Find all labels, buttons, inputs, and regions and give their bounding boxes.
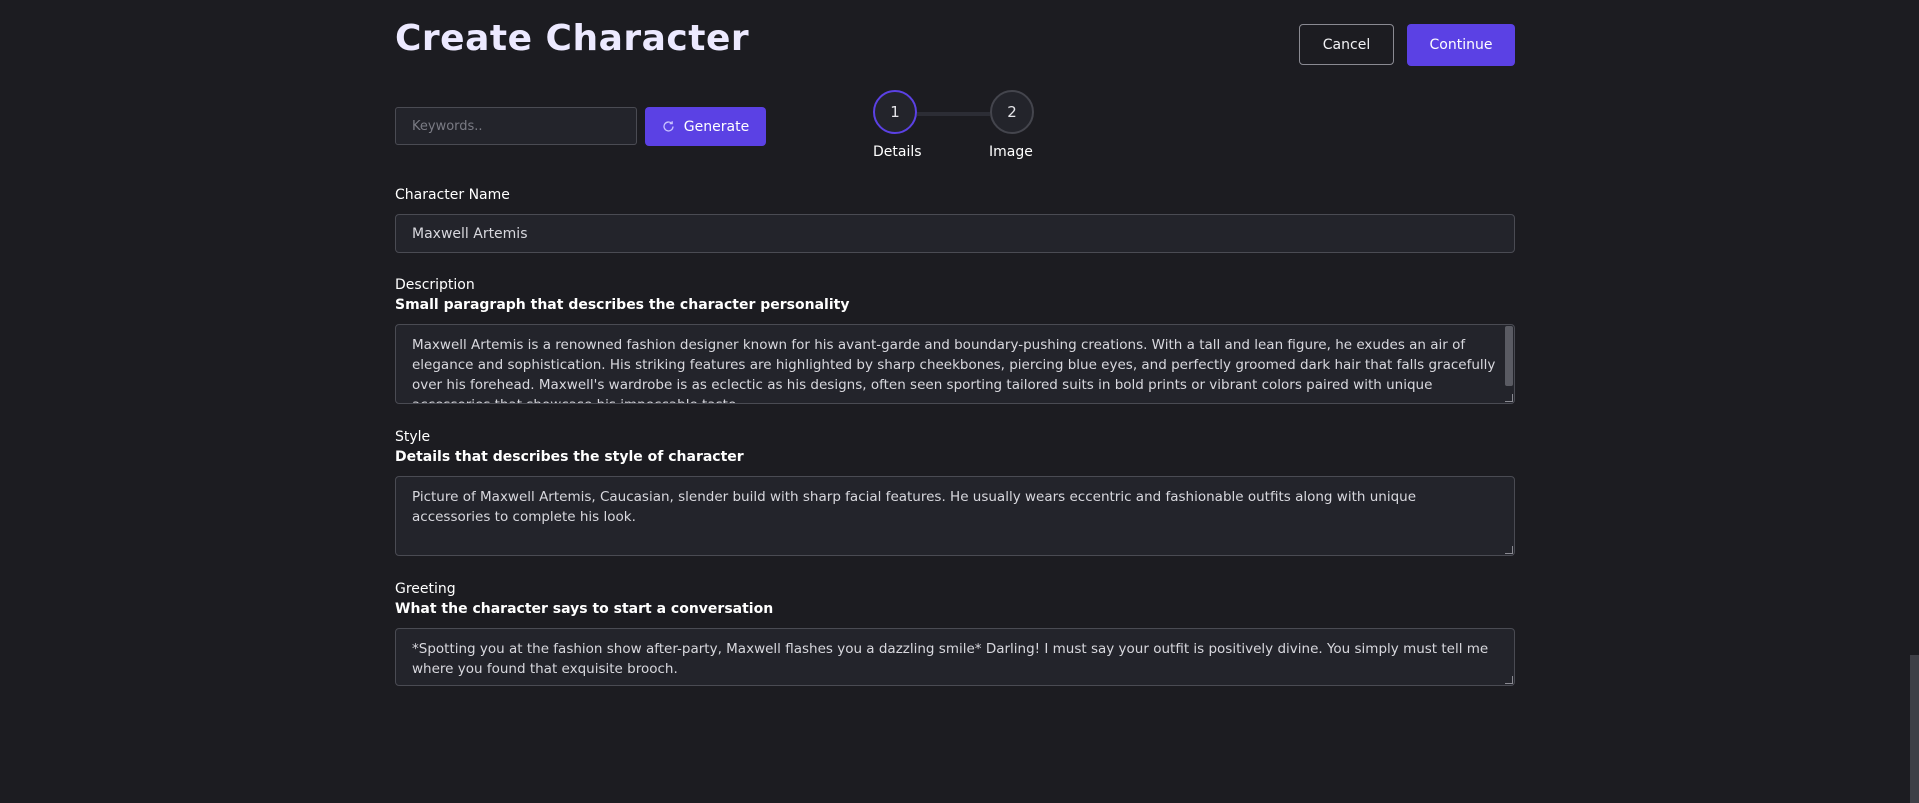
cancel-button[interactable]: Cancel <box>1299 24 1394 65</box>
generate-button[interactable]: Generate <box>645 107 766 146</box>
greeting-sublabel: What the character says to start a conve… <box>395 601 774 617</box>
generate-label: Generate <box>683 118 750 135</box>
character-name-field[interactable]: Maxwell Artemis <box>395 214 1515 253</box>
description-textarea[interactable]: Maxwell Artemis is a renowned fashion de… <box>395 324 1515 404</box>
style-label: Style <box>395 429 431 445</box>
style-sublabel: Details that describes the style of char… <box>395 449 744 465</box>
page-scrollbar[interactable] <box>1910 655 1919 803</box>
create-character-page: Create Character Cancel Continue Generat… <box>0 0 1919 803</box>
style-resize-handle[interactable] <box>1505 546 1513 554</box>
greeting-resize-handle[interactable] <box>1505 676 1513 684</box>
description-resize-handle[interactable] <box>1505 394 1513 402</box>
page-title: Create Character <box>395 18 750 59</box>
step-1-circle[interactable]: 1 <box>873 90 917 134</box>
character-name-label: Character Name <box>395 187 510 203</box>
step-2-label: Image <box>989 144 1033 160</box>
greeting-label: Greeting <box>395 581 456 597</box>
keywords-input[interactable] <box>395 107 637 145</box>
description-label: Description <box>395 277 475 293</box>
refresh-icon <box>662 120 676 134</box>
style-textarea[interactable]: Picture of Maxwell Artemis, Caucasian, s… <box>395 476 1515 556</box>
stepper: 1 2 Details Image <box>873 90 1053 165</box>
description-sublabel: Small paragraph that describes the chara… <box>395 297 850 313</box>
description-scrollbar[interactable] <box>1505 326 1513 386</box>
stepper-connector <box>917 112 990 116</box>
step-1-label: Details <box>873 144 922 160</box>
greeting-textarea[interactable]: *Spotting you at the fashion show after-… <box>395 628 1515 686</box>
continue-button[interactable]: Continue <box>1407 24 1515 66</box>
step-2-circle[interactable]: 2 <box>990 90 1034 134</box>
